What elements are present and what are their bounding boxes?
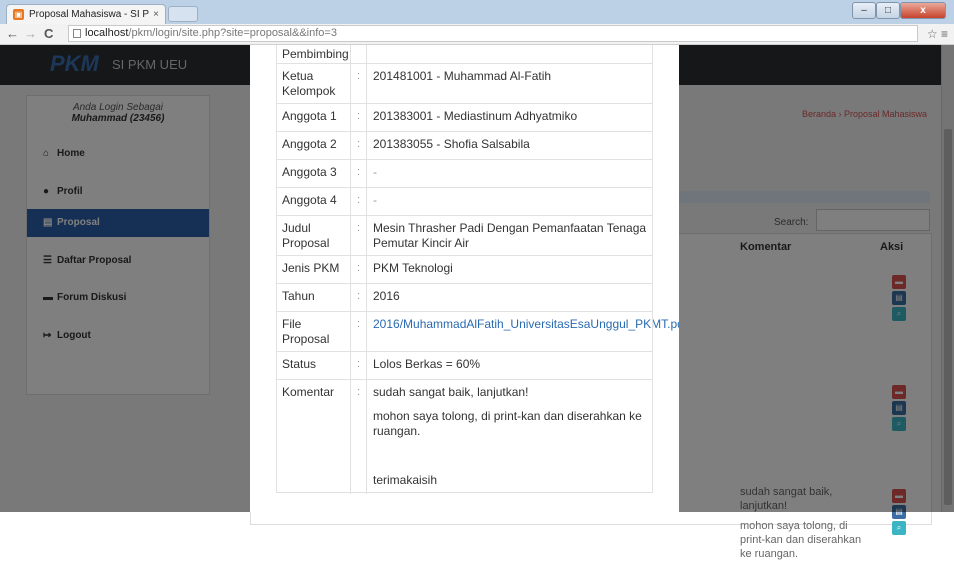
- detail-separator: :: [351, 188, 367, 216]
- detail-label: Anggota 4: [276, 188, 351, 216]
- detail-separator: :: [351, 216, 367, 256]
- detail-label: Jenis PKM: [276, 256, 351, 284]
- detail-row-anggota-2: Anggota 2 : 201383055 - Shofia Salsabila: [276, 131, 653, 160]
- url-host: localhost: [85, 27, 129, 39]
- detail-row-status: Status : Lolos Berkas = 60%: [276, 351, 653, 380]
- detail-value: PKM Teknologi: [373, 261, 453, 275]
- detail-value: sudah sangat baik, lanjutkan! mohon saya…: [367, 380, 653, 488]
- detail-value: 2016/MuhammadAlFatih_UniversitasEsaUnggu…: [367, 312, 679, 332]
- page-icon: [73, 29, 81, 38]
- tab-title: Proposal Mahasiswa - SI P: [29, 9, 150, 20]
- browser-menu-icons[interactable]: ☆ ≡: [927, 25, 948, 43]
- detail-separator: :: [351, 312, 367, 352]
- minimize-button[interactable]: –: [852, 2, 876, 19]
- detail-label: Komentar: [276, 380, 351, 494]
- detail-value: 201481001 - Muhammad Al-Fatih: [373, 69, 552, 83]
- detail-label: File Proposal: [276, 312, 351, 352]
- detail-separator: :: [351, 132, 367, 160]
- detail-label: Anggota 3: [276, 160, 351, 188]
- reload-icon[interactable]: C: [44, 25, 53, 43]
- proposal-file-link[interactable]: 2016/MuhammadAlFatih_UniversitasEsaUnggu…: [373, 317, 679, 331]
- new-tab-button[interactable]: [168, 6, 198, 22]
- forward-icon[interactable]: →: [24, 25, 37, 43]
- komentar-line-1: sudah sangat baik, lanjutkan!: [373, 385, 529, 399]
- detail-label: Status: [276, 352, 351, 380]
- detail-row-judul: Judul Proposal : Mesin Thrasher Padi Den…: [276, 215, 653, 256]
- detail-separator: :: [351, 352, 367, 380]
- favicon-icon: ▣: [13, 9, 24, 20]
- detail-label: Judul Proposal: [276, 216, 351, 256]
- detail-row-anggota-3: Anggota 3 : -: [276, 159, 653, 188]
- close-window-button[interactable]: x: [900, 2, 946, 19]
- detail-separator: :: [351, 104, 367, 132]
- detail-row-pembimbing: Pembimbing: [276, 45, 653, 64]
- detail-label: Anggota 2: [276, 132, 351, 160]
- detail-row-file: File Proposal : 2016/MuhammadAlFatih_Uni…: [276, 311, 679, 352]
- browser-tab-bar: ▣ Proposal Mahasiswa - SI P × – □ x: [0, 0, 954, 24]
- maximize-button[interactable]: □: [876, 2, 900, 19]
- komentar-line-2: mohon saya tolong, di print-kan dan dise…: [373, 409, 642, 438]
- detail-row-anggota-4: Anggota 4 : -: [276, 187, 653, 216]
- detail-label: Anggota 1: [276, 104, 351, 132]
- search-action-icon[interactable]: ⌕: [892, 521, 906, 535]
- detail-row-jenis: Jenis PKM : PKM Teknologi: [276, 255, 653, 284]
- detail-row-tahun: Tahun : 2016: [276, 283, 653, 312]
- detail-label: Tahun: [276, 284, 351, 312]
- address-bar[interactable]: localhost/pkm/login/site.php?site=propos…: [68, 25, 918, 42]
- detail-row-komentar: Komentar : sudah sangat baik, lanjutkan!…: [276, 379, 653, 494]
- detail-row-ketua: Ketua Kelompok : 201481001 - Muhammad Al…: [276, 63, 653, 104]
- detail-value: 201383001 - Mediastinum Adhyatmiko: [373, 109, 578, 123]
- detail-value: Mesin Thrasher Padi Dengan Pemanfaatan T…: [373, 221, 647, 250]
- detail-value: -: [373, 165, 377, 179]
- detail-value: Lolos Berkas = 60%: [373, 357, 481, 371]
- detail-label: Ketua Kelompok: [276, 64, 351, 104]
- row-comment-2: mohon saya tolong, di print-kan dan dise…: [740, 520, 862, 560]
- detail-separator: :: [351, 160, 367, 188]
- detail-value: -: [373, 193, 377, 207]
- detail-separator: :: [351, 64, 367, 104]
- detail-row-anggota-1: Anggota 1 : 201383001 - Mediastinum Adhy…: [276, 103, 653, 132]
- detail-separator: :: [351, 380, 367, 494]
- detail-value: 2016: [373, 289, 400, 303]
- komentar-line-3: terimakaisih: [373, 473, 438, 487]
- back-icon[interactable]: ←: [6, 25, 19, 43]
- detail-label: Pembimbing: [276, 45, 351, 64]
- url-path: /pkm/login/site.php?site=proposal&&info=…: [128, 27, 337, 39]
- proposal-detail-modal: Pembimbing Ketua Kelompok : 201481001 - …: [250, 45, 679, 512]
- browser-toolbar: ← → C localhost/pkm/login/site.php?site=…: [0, 24, 954, 45]
- detail-separator: :: [351, 284, 367, 312]
- detail-value: 201383055 - Shofia Salsabila: [373, 137, 530, 151]
- detail-separator: [351, 45, 367, 64]
- browser-tab[interactable]: ▣ Proposal Mahasiswa - SI P ×: [6, 4, 166, 24]
- detail-separator: :: [351, 256, 367, 284]
- tab-close-icon[interactable]: ×: [153, 5, 159, 24]
